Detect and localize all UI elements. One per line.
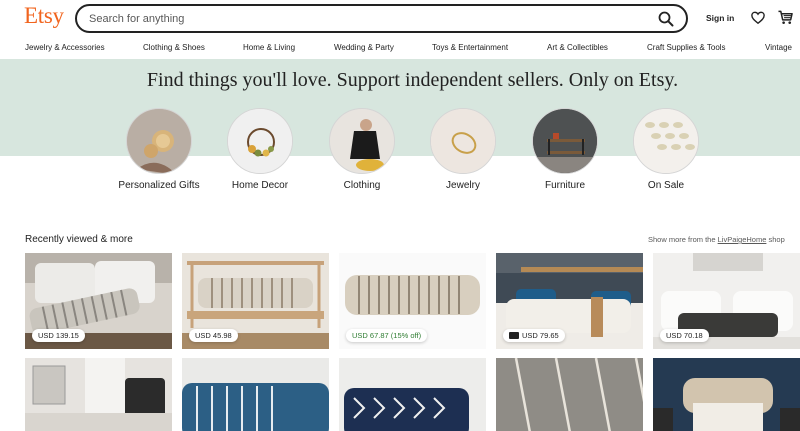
recently-viewed-heading: Recently viewed & more — [25, 234, 133, 245]
search-input[interactable] — [89, 10, 649, 28]
listing-tile[interactable] — [182, 358, 329, 431]
category-craft-supplies-tools[interactable]: Craft Supplies & Tools — [647, 43, 726, 52]
on-sale-image — [633, 108, 699, 174]
furniture-image — [532, 108, 598, 174]
listing-tile[interactable]: USD 139.15 — [25, 253, 172, 349]
listing-tile[interactable]: USD 67.87 (15% off) — [339, 253, 486, 349]
listing-tile[interactable]: USD 79.65 — [496, 253, 643, 349]
category-toys-entertainment[interactable]: Toys & Entertainment — [432, 43, 508, 52]
category-clothing-shoes[interactable]: Clothing & Shoes — [143, 43, 205, 52]
circle-label: Personalized Gifts — [118, 180, 200, 191]
hero-title: Find things you'll love. Support indepen… — [146, 69, 679, 91]
listing-image — [339, 358, 486, 431]
listing-tile[interactable] — [339, 358, 486, 431]
etsy-logo[interactable]: Etsy — [24, 3, 64, 29]
price-badge: USD 67.87 (15% off) — [346, 329, 428, 342]
jewelry-image — [430, 108, 496, 174]
circle-home-decor[interactable]: Home Decor — [210, 108, 310, 192]
truck-icon — [509, 332, 519, 339]
search-bar[interactable] — [75, 4, 688, 33]
show-more-prefix: Show more from the — [648, 235, 716, 244]
sign-in-link[interactable]: Sign in — [706, 13, 734, 23]
circle-label: Furniture — [544, 180, 585, 191]
price-badge: USD 45.98 — [189, 329, 238, 342]
heart-icon[interactable] — [751, 11, 765, 25]
listing-tile[interactable] — [496, 358, 643, 431]
home-decor-image — [227, 108, 293, 174]
listing-image — [496, 358, 643, 431]
category-home-living[interactable]: Home & Living — [243, 43, 295, 52]
personalized-gifts-image — [126, 108, 192, 174]
circle-clothing[interactable]: Clothing — [312, 108, 412, 192]
show-more-text: Show more from the LivPaigeHome shop — [648, 235, 785, 244]
header: Etsy Sign in — [0, 0, 800, 37]
cart-icon[interactable] — [778, 10, 793, 25]
circle-label: Jewelry — [446, 180, 480, 191]
listing-image — [182, 358, 329, 431]
show-more-suffix: shop — [768, 235, 785, 244]
circle-label: Clothing — [343, 180, 381, 191]
category-art-collectibles[interactable]: Art & Collectibles — [547, 43, 608, 52]
listing-tile[interactable]: USD 45.98 — [182, 253, 329, 349]
listing-tile[interactable]: USD 70.18 — [653, 253, 800, 349]
clothing-image — [329, 108, 395, 174]
listing-tile[interactable] — [25, 358, 172, 431]
price-text: USD 79.65 — [522, 331, 559, 340]
price-badge: USD 139.15 — [32, 329, 85, 342]
shop-link[interactable]: LivPaigeHome — [718, 235, 767, 244]
circle-jewelry[interactable]: Jewelry — [413, 108, 513, 192]
listing-image — [653, 358, 800, 431]
category-vintage[interactable]: Vintage — [765, 43, 792, 52]
search-icon[interactable] — [658, 11, 674, 27]
circle-label: Home Decor — [231, 180, 289, 191]
circle-personalized-gifts[interactable]: Personalized Gifts — [109, 108, 209, 192]
circle-on-sale[interactable]: On Sale — [616, 108, 716, 192]
price-badge: USD 70.18 — [660, 329, 709, 342]
category-jewelry-accessories[interactable]: Jewelry & Accessories — [25, 43, 105, 52]
price-badge: USD 79.65 — [503, 329, 565, 342]
circle-furniture[interactable]: Furniture — [515, 108, 615, 192]
category-wedding-party[interactable]: Wedding & Party — [334, 43, 394, 52]
listing-image — [25, 358, 172, 431]
circle-label: On Sale — [647, 180, 685, 191]
listing-tile[interactable] — [653, 358, 800, 431]
category-nav: Jewelry & Accessories Clothing & Shoes H… — [0, 37, 800, 58]
